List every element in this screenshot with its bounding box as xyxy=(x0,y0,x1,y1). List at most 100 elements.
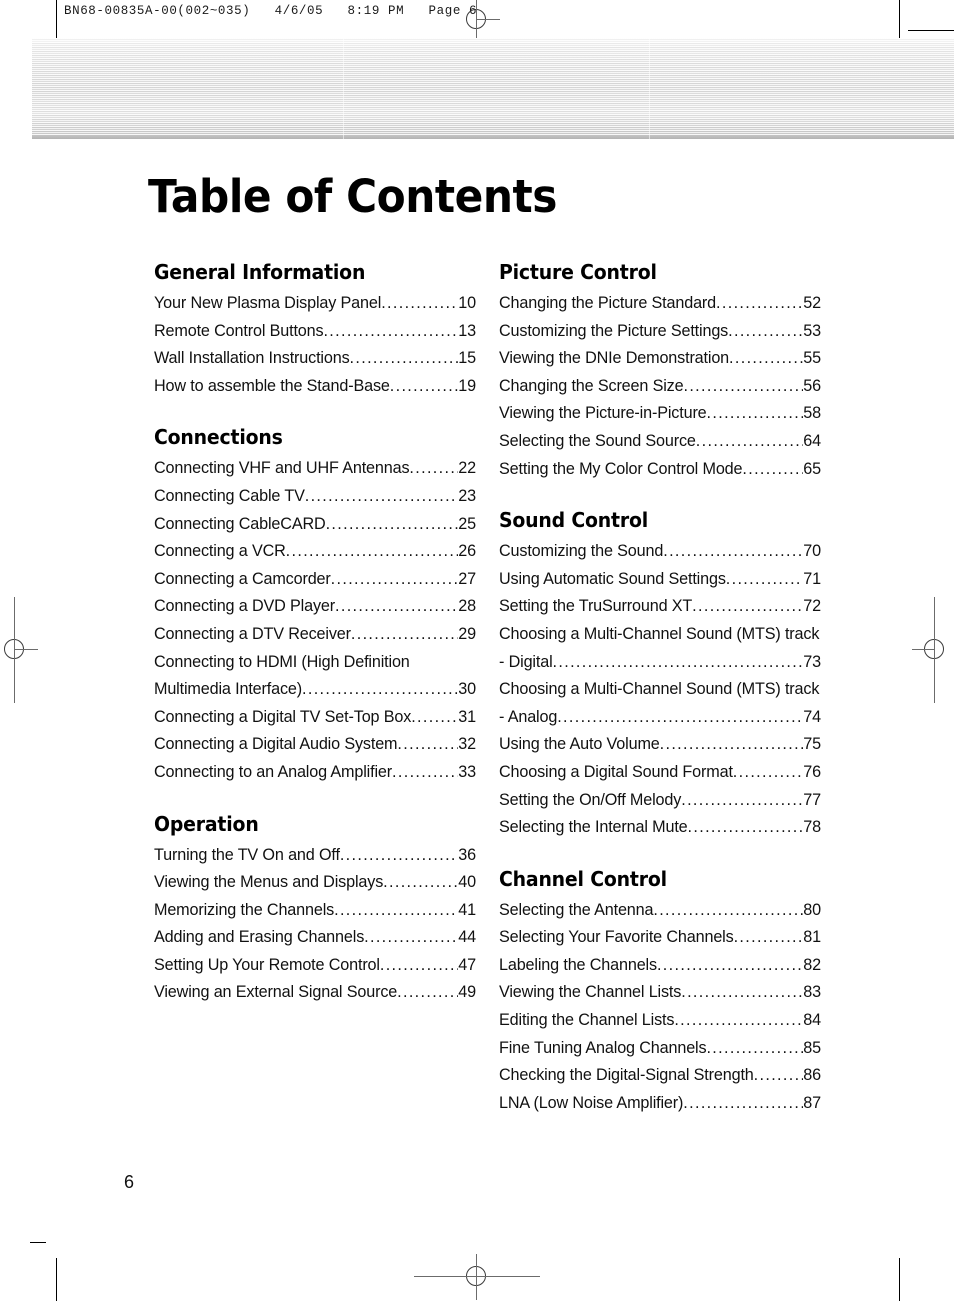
toc-entry[interactable]: Fine Tuning Analog Channels ............… xyxy=(499,1035,821,1063)
toc-entry[interactable]: Connecting a VCR .......................… xyxy=(154,538,476,566)
toc-entry-leader-dots: .......................... xyxy=(349,349,459,368)
toc-entry[interactable]: Editing the Channel Lists ..............… xyxy=(499,1007,821,1035)
toc-entry-title: Selecting the Sound Source xyxy=(499,431,696,450)
toc-entry-page-number: 71 xyxy=(803,569,821,588)
toc-entry-page-number: 81 xyxy=(803,928,821,947)
toc-entry[interactable]: Checking the Digital-Signal Strength ...… xyxy=(499,1062,821,1090)
toc-entry-leader-dots: ................................ xyxy=(659,735,804,754)
toc-entry[interactable]: Using the Auto Volume ..................… xyxy=(499,731,821,759)
toc-entry-leader-dots: ................ xyxy=(397,983,458,1002)
page-title: Table of Contents xyxy=(148,170,557,224)
page-number: 6 xyxy=(124,1172,135,1192)
toc-entry-leader-dots: .............. xyxy=(397,735,458,754)
toc-entry-title: Using the Auto Volume xyxy=(499,735,660,754)
toc-entry-page-number: 56 xyxy=(803,376,821,395)
toc-entry[interactable]: Setting the TruSurround XT..............… xyxy=(499,593,821,621)
toc-entry[interactable]: Connecting a Digital Audio System ......… xyxy=(154,731,476,759)
toc-entry-page-number: 19 xyxy=(458,376,476,395)
toc-entry[interactable]: Adding and Erasing Channels ............… xyxy=(154,924,476,952)
registration-mark-right xyxy=(912,597,954,703)
toc-entry-page-number: 41 xyxy=(458,900,476,919)
toc-entry-title: Editing the Channel Lists xyxy=(499,1011,675,1030)
toc-entry-leader-dots: ................................... xyxy=(304,486,459,505)
toc-entry[interactable]: Choosing a Multi-Channel Sound (MTS) tra… xyxy=(499,676,821,731)
toc-entry-leader-dots: ................... xyxy=(725,569,804,588)
toc-entry[interactable]: Selecting the Internal Mute ............… xyxy=(499,814,821,842)
toc-entry-leader-dots: ....................................... xyxy=(285,542,459,561)
toc-entry-leader-dots: .................. xyxy=(389,376,459,395)
toc-entry[interactable]: Connecting a DVD Player ................… xyxy=(154,593,476,621)
toc-entry-page-number: 31 xyxy=(458,707,476,726)
toc-entry-page-number: 25 xyxy=(458,514,476,533)
toc-entry[interactable]: Setting the On/Off Melody ..............… xyxy=(499,787,821,815)
toc-entry-leader-dots: .................................. xyxy=(302,680,458,699)
toc-column-right: Picture Control Changing the Picture Stan… xyxy=(499,260,821,1117)
toc-entry-page-number: 77 xyxy=(803,790,821,809)
toc-entry-title: LNA (Low Noise Amplifier) xyxy=(499,1093,684,1112)
toc-entry-title: Fine Tuning Analog Channels xyxy=(499,1038,707,1057)
toc-entry[interactable]: Connecting a Camcorder .................… xyxy=(154,566,476,594)
toc-entry[interactable]: Customizing the Sound ..................… xyxy=(499,538,821,566)
toc-entry-title: Setting the My Color Control Mode xyxy=(499,459,743,478)
toc-entry-leader-dots: ........................................… xyxy=(552,652,804,671)
toc-entry[interactable]: Turning the TV On and Off ..............… xyxy=(154,842,476,870)
toc-entry[interactable]: Selecting the Sound Source .............… xyxy=(499,428,821,456)
toc-entry-leader-dots: ......................... xyxy=(683,1093,803,1112)
toc-entry[interactable]: Selecting the Antenna ..................… xyxy=(499,897,821,925)
toc-entry-leader-dots: ............................ xyxy=(681,983,804,1002)
toc-entry-page-number: 44 xyxy=(458,928,476,947)
prepress-header-text: BN68-00835A-00(002~035) 4/6/05 8:19 PM P… xyxy=(64,4,478,18)
toc-entry[interactable]: Wall Installation Instructions .........… xyxy=(154,345,476,373)
toc-entry[interactable]: Connecting VHF and UHF Antennas ........… xyxy=(154,455,476,483)
toc-entry-page-number: 64 xyxy=(803,431,821,450)
toc-entry-title: Memorizing the Channels xyxy=(154,900,335,919)
registration-mark-bottom-center xyxy=(414,1254,540,1300)
toc-entry[interactable]: Connecting a Digital TV Set-Top Box.....… xyxy=(154,704,476,732)
toc-entry[interactable]: Your New Plasma Display Panel...........… xyxy=(154,290,476,318)
toc-entry-title: Turning the TV On and Off xyxy=(154,845,340,864)
toc-entry[interactable]: Viewing an External Signal Source.......… xyxy=(154,979,476,1007)
toc-entry-title: Choosing a Multi-Channel Sound (MTS) tra… xyxy=(499,624,820,643)
toc-entry[interactable]: Choosing a Multi-Channel Sound (MTS) tra… xyxy=(499,621,821,676)
toc-entry-title: Viewing the Menus and Displays xyxy=(154,873,384,892)
toc-entry[interactable]: Labeling the Channels...................… xyxy=(499,952,821,980)
toc-entry-page-number: 49 xyxy=(458,983,476,1002)
toc-entry-leader-dots: ........................ xyxy=(706,404,804,423)
toc-entry[interactable]: Connecting a DTV Receiver ..............… xyxy=(154,621,476,649)
toc-entry[interactable]: Connecting CableCARD ...................… xyxy=(154,511,476,539)
toc-entry[interactable]: Setting the My Color Control Mode.......… xyxy=(499,456,821,484)
crop-mark-top-right xyxy=(899,0,900,38)
toc-entry[interactable]: Remote Control Buttons .................… xyxy=(154,318,476,346)
toc-entry-title: Setting the On/Off Melody xyxy=(499,790,682,809)
toc-entry-leader-dots: ............................ xyxy=(330,569,459,588)
toc-entry-leader-dots: ................................. xyxy=(653,900,803,919)
toc-entry-leader-dots: .............................. xyxy=(674,1011,803,1030)
registration-mark-left xyxy=(0,597,38,703)
toc-entry-page-number: 70 xyxy=(803,542,821,561)
toc-entry-title: Your New Plasma Display Panel xyxy=(154,294,382,312)
toc-entry-title: Setting the TruSurround XT xyxy=(499,597,693,616)
toc-entry-page-number: 40 xyxy=(458,873,476,892)
toc-entry-title: Choosing a Multi-Channel Sound (MTS) tra… xyxy=(499,680,820,699)
toc-entry[interactable]: How to assemble the Stand-Base .........… xyxy=(154,373,476,401)
toc-entry[interactable]: Connecting Cable TV ....................… xyxy=(154,483,476,511)
toc-entry[interactable]: Viewing the Channel Lists ..............… xyxy=(499,979,821,1007)
toc-entry[interactable]: Choosing a Digital Sound Format.........… xyxy=(499,759,821,787)
toc-entry[interactable]: Using Automatic Sound Settings .........… xyxy=(499,566,821,594)
toc-entry[interactable]: Customizing the Picture Settings .......… xyxy=(499,318,821,346)
toc-entry[interactable]: Connecting to HDMI (High Definition Multi… xyxy=(154,649,476,704)
toc-entry[interactable]: Viewing the DNIe Demonstration .........… xyxy=(499,345,821,373)
toc-entry[interactable]: Viewing the Picture-in-Picture..........… xyxy=(499,400,821,428)
toc-entry-title: Connecting a DVD Player xyxy=(154,597,335,616)
toc-entry[interactable]: Viewing the Menus and Displays .........… xyxy=(154,869,476,897)
toc-entry[interactable]: LNA (Low Noise Amplifier) ..............… xyxy=(499,1090,821,1118)
toc-entry-leader-dots: .............. xyxy=(411,707,458,726)
toc-entry[interactable]: Memorizing the Channels ................… xyxy=(154,897,476,925)
toc-entry[interactable]: Changing the Picture Standard ..........… xyxy=(499,290,821,318)
toc-entry[interactable]: Connecting to an Analog Amplifier ......… xyxy=(154,759,476,787)
toc-entry[interactable]: Setting Up Your Remote Control .........… xyxy=(154,952,476,980)
toc-entry[interactable]: Changing the Screen Size ...............… xyxy=(499,373,821,401)
toc-entry-leader-dots: ............................. xyxy=(663,542,804,561)
toc-section-heading: General Information xyxy=(154,260,366,284)
toc-entry[interactable]: Selecting Your Favorite Channels .......… xyxy=(499,924,821,952)
